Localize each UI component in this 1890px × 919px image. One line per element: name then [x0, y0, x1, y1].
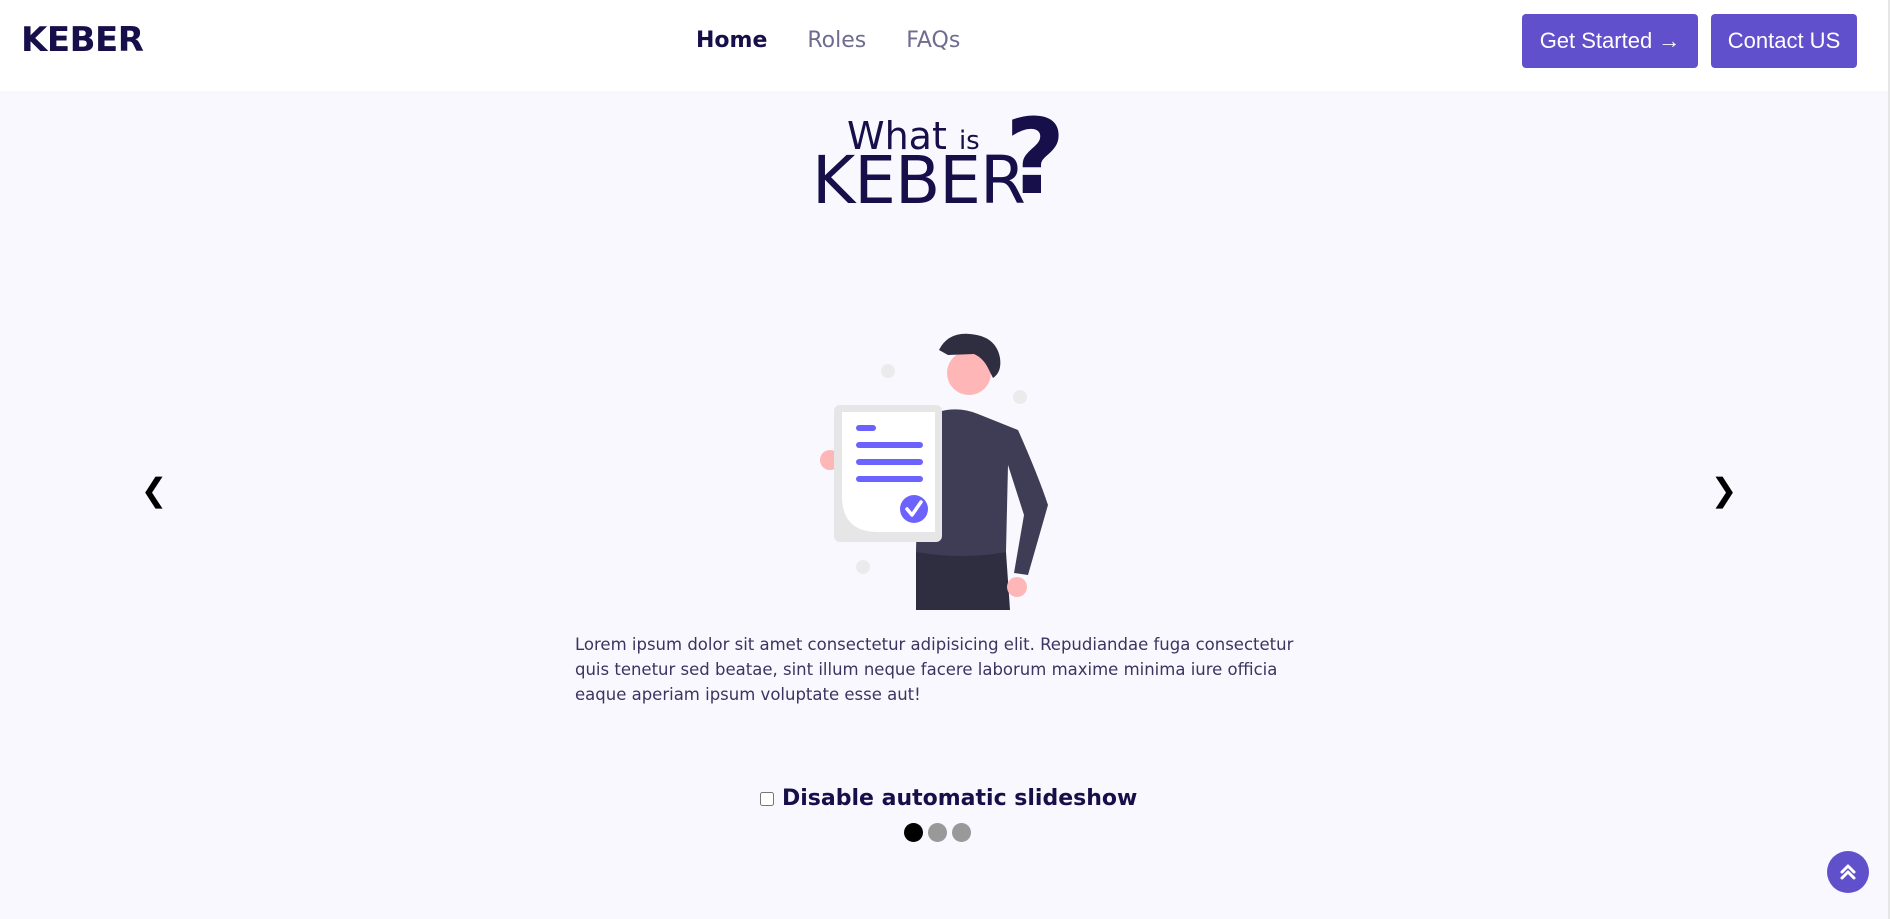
nav-roles[interactable]: Roles	[807, 26, 866, 56]
site-header: KEBER Home Roles FAQs Get Started → Cont…	[0, 0, 1888, 91]
doc-line	[856, 476, 923, 482]
disable-slideshow-checkbox[interactable]	[760, 791, 774, 806]
doc-line	[856, 459, 923, 465]
hero-brand: KEBER	[812, 142, 1026, 219]
disable-slideshow-label: Disable automatic slideshow	[782, 786, 1138, 811]
pants	[916, 552, 1010, 610]
scroll-to-top-button[interactable]	[1827, 851, 1869, 893]
decor-dot	[881, 364, 895, 378]
nav-home[interactable]: Home	[696, 26, 767, 56]
disable-slideshow-toggle[interactable]: Disable automatic slideshow	[760, 786, 1137, 811]
get-started-button[interactable]: Get Started →	[1522, 14, 1698, 68]
slide-next-button[interactable]: ❯	[1709, 472, 1739, 508]
hero-question-mark: ?	[1005, 96, 1066, 218]
main-nav: Home Roles FAQs	[696, 26, 1000, 56]
slide-description: Lorem ipsum dolor sit amet consectetur a…	[575, 635, 1294, 704]
doc-line	[856, 442, 923, 448]
slide-dot-3[interactable]	[952, 823, 971, 842]
nav-faqs[interactable]: FAQs	[906, 26, 960, 56]
hand-right	[1007, 577, 1027, 597]
logo[interactable]: KEBER	[21, 20, 144, 60]
check-badge	[900, 495, 928, 523]
decor-dot	[856, 560, 870, 574]
slide-dot-1[interactable]	[904, 823, 923, 842]
slide-prev-button[interactable]: ❮	[139, 472, 169, 508]
slide-dot-2[interactable]	[928, 823, 947, 842]
decor-dot	[1013, 390, 1027, 404]
contact-us-button[interactable]: Contact US	[1711, 14, 1857, 68]
person-with-document-illustration	[820, 333, 1048, 610]
double-chevron-up-icon	[1840, 864, 1856, 880]
doc-line	[856, 425, 876, 431]
slide-indicators	[904, 823, 971, 842]
